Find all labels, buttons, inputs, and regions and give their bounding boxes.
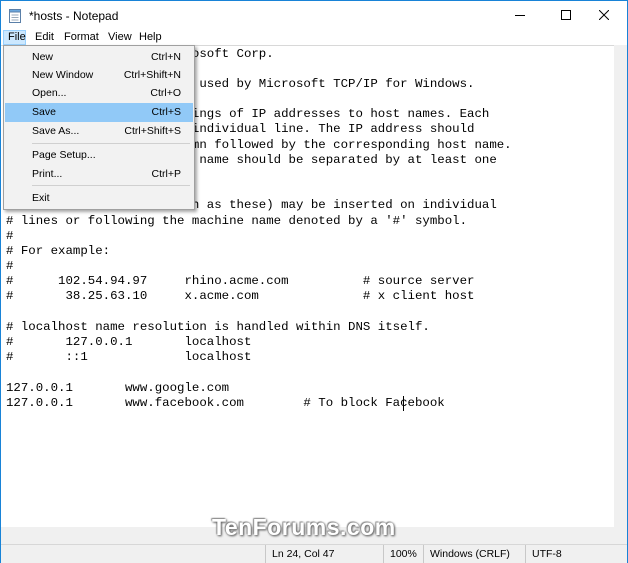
menu-item-label: Open... — [32, 87, 67, 99]
scrollbar-corner — [614, 527, 627, 544]
menu-item-shortcut: Ctrl+N — [150, 51, 181, 63]
status-bar: Ln 24, Col 47 100% Windows (CRLF) UTF-8 — [1, 544, 627, 563]
editor-line: # 38.25.63.10 x.acme.com # x client host — [6, 289, 475, 303]
window-title: *hosts - Notepad — [29, 9, 119, 23]
watermark-logo: TenForums.com — [212, 514, 396, 540]
menu-item-shortcut: Ctrl+S — [151, 106, 181, 118]
editor-line: # — [6, 229, 14, 243]
menu-item-shortcut: Ctrl+O — [150, 87, 181, 99]
menu-item-label: New — [32, 51, 54, 63]
editor-line: # For example: — [6, 244, 111, 258]
menu-item-save[interactable]: Save Ctrl+S — [5, 103, 193, 122]
editor-line: 127.0.0.1 www.facebook.com # To block Fa… — [6, 396, 445, 410]
menu-separator — [32, 185, 190, 186]
menu-item-print[interactable]: Print... Ctrl+P — [5, 165, 193, 184]
notepad-window: *hosts - Notepad File Edit Format View H… — [0, 0, 628, 563]
minimize-button[interactable] — [497, 1, 543, 30]
menu-item-shortcut: Ctrl+Shift+S — [124, 125, 181, 137]
menu-item-label: New Window — [32, 69, 94, 81]
menu-item-new-window[interactable]: New Window Ctrl+Shift+N — [5, 66, 193, 85]
editor-line: # 102.54.94.97 rhino.acme.com # source s… — [6, 274, 475, 288]
file-menu-dropdown: New Ctrl+N New Window Ctrl+Shift+N Open.… — [3, 45, 195, 210]
menu-bar: File Edit Format View Help — [1, 30, 627, 45]
status-line-endings: Windows (CRLF) — [423, 545, 525, 563]
text-caret — [403, 396, 404, 411]
menu-item-exit[interactable]: Exit — [5, 189, 193, 208]
editor-line: # ::1 localhost — [6, 350, 252, 364]
menu-item-save-as[interactable]: Save As... Ctrl+Shift+S — [5, 122, 193, 141]
menu-help[interactable]: Help — [136, 30, 165, 45]
status-position: Ln 24, Col 47 — [265, 545, 383, 563]
menu-item-label: Save — [32, 106, 56, 118]
menu-item-label: Exit — [32, 192, 50, 204]
minimize-icon — [515, 7, 525, 25]
editor-line: 127.0.0.1 www.google.com — [6, 381, 230, 395]
menu-item-label: Page Setup... — [32, 149, 96, 161]
menu-item-label: Save As... — [32, 125, 80, 137]
menu-view[interactable]: View — [105, 30, 135, 45]
title-bar[interactable]: *hosts - Notepad — [1, 1, 627, 30]
menu-item-shortcut: Ctrl+Shift+N — [123, 69, 181, 81]
menu-item-open[interactable]: Open... Ctrl+O — [5, 84, 193, 103]
close-icon — [598, 7, 610, 25]
editor-line: # 127.0.0.1 localhost — [6, 335, 252, 349]
menu-file[interactable]: File — [3, 30, 26, 45]
menu-separator — [32, 143, 190, 144]
close-button[interactable] — [581, 1, 627, 30]
menu-edit[interactable]: Edit — [32, 30, 57, 45]
status-encoding: UTF-8 — [525, 545, 625, 563]
vertical-scrollbar[interactable] — [614, 45, 627, 527]
menu-format[interactable]: Format — [61, 30, 102, 45]
status-zoom: 100% — [383, 545, 423, 563]
maximize-icon — [561, 7, 571, 25]
menu-item-label: Print... — [32, 168, 63, 180]
notepad-icon[interactable] — [9, 9, 21, 23]
editor-line: # lines or following the machine name de… — [6, 214, 468, 228]
menu-item-shortcut: Ctrl+P — [151, 168, 181, 180]
editor-line: # localhost name resolution is handled w… — [6, 320, 430, 334]
editor-line: # — [6, 259, 14, 273]
menu-item-new[interactable]: New Ctrl+N — [5, 48, 193, 67]
menu-item-page-setup[interactable]: Page Setup... — [5, 146, 193, 165]
